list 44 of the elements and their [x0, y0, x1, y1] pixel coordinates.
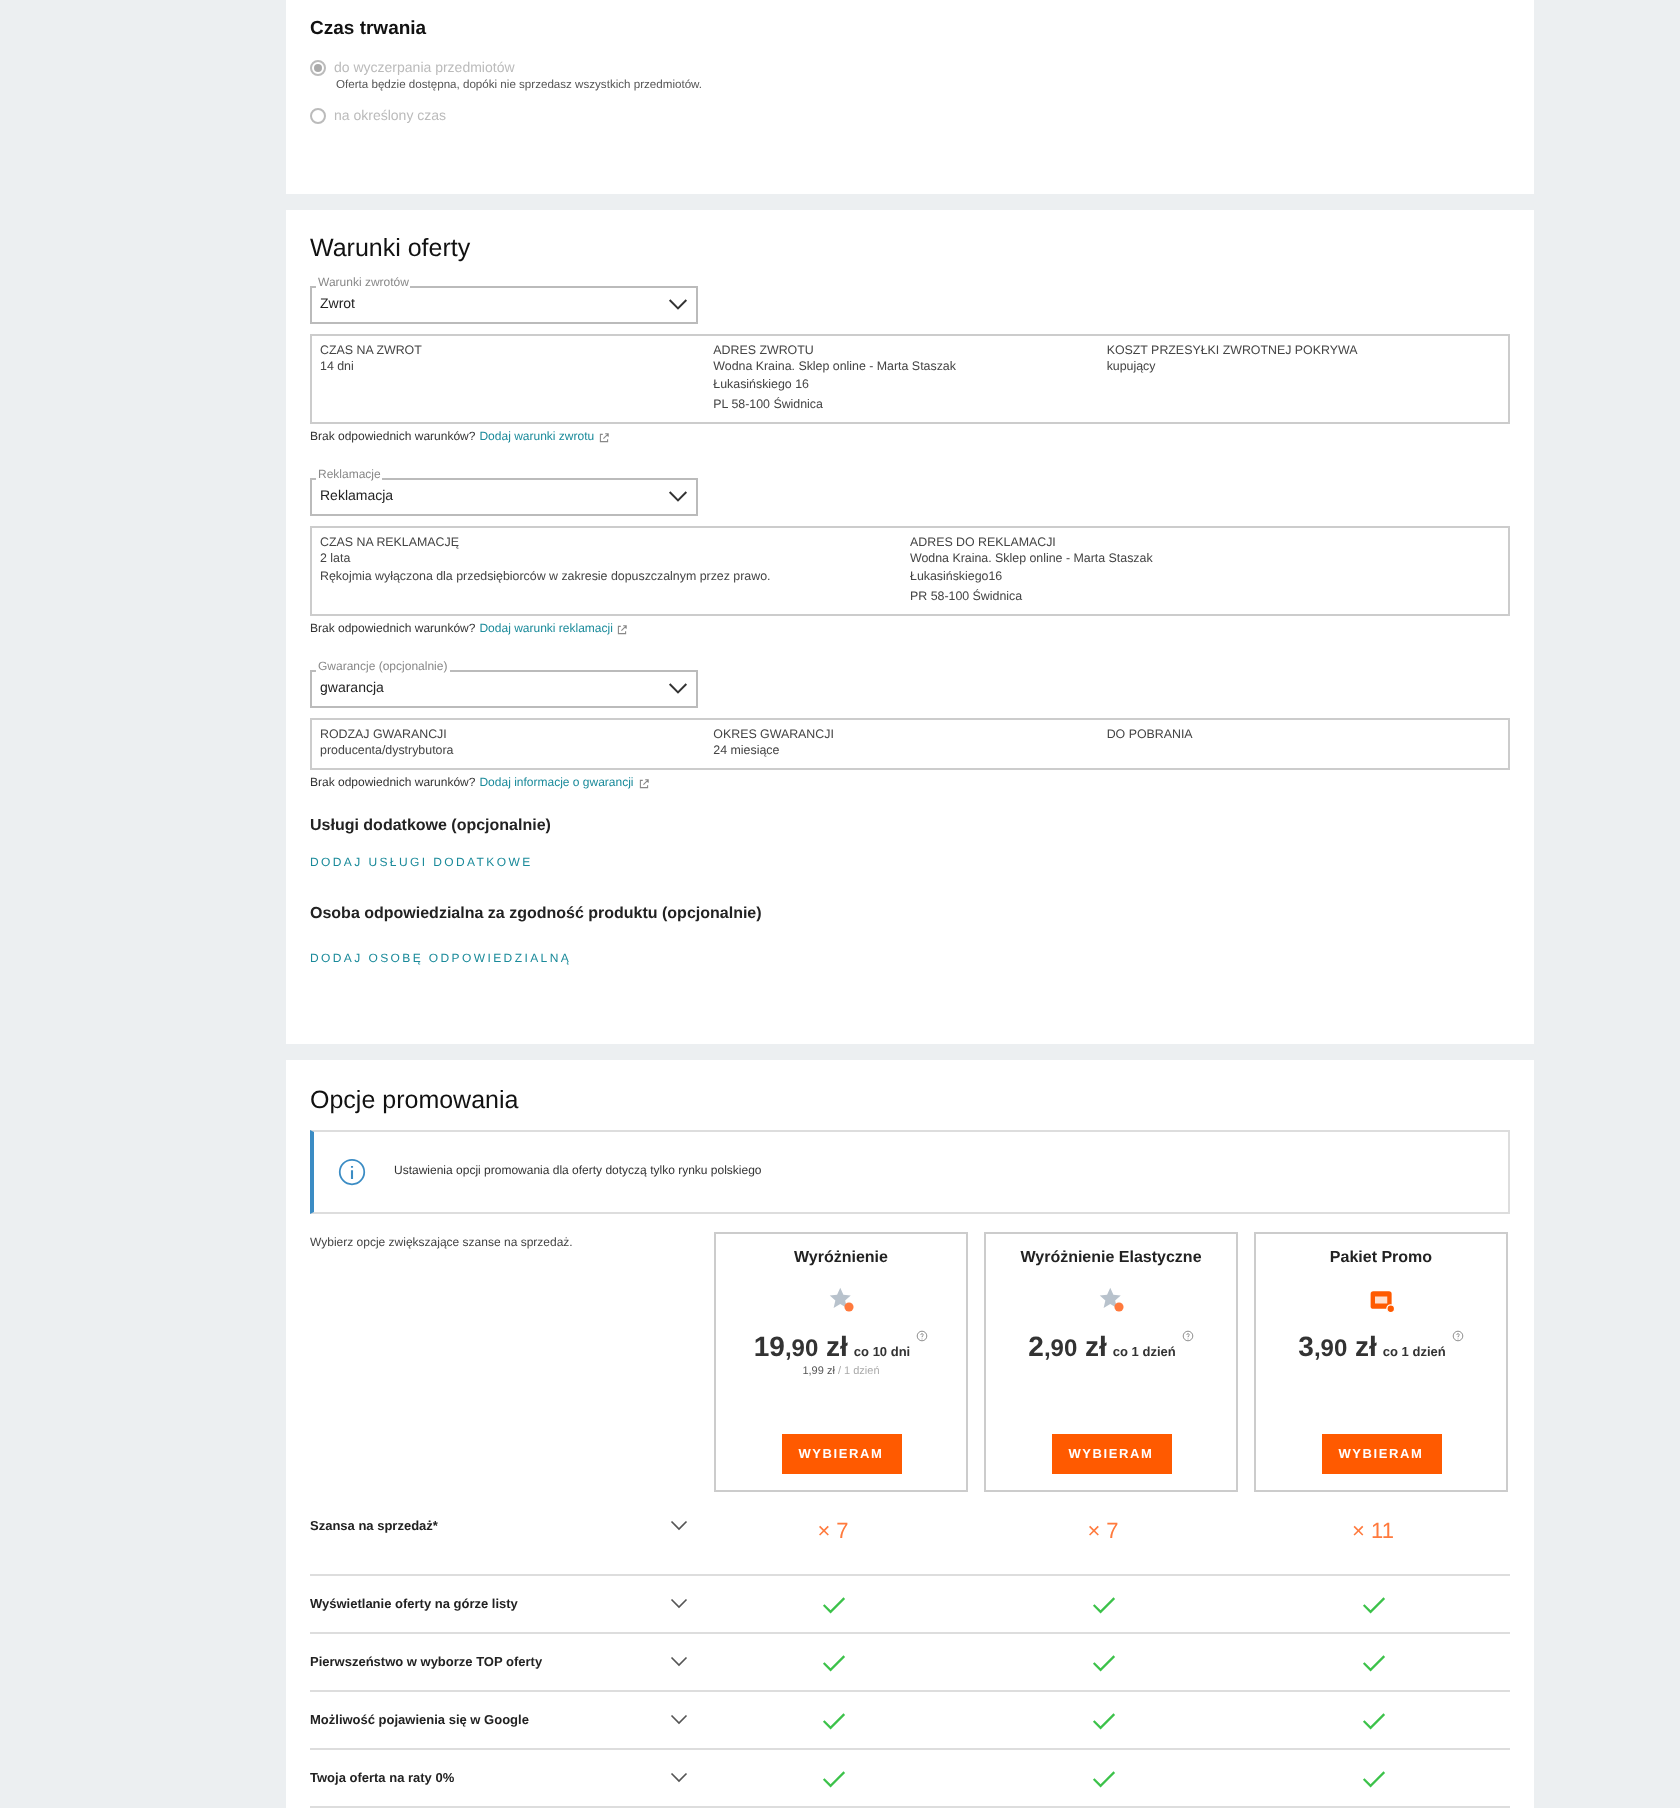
- chance-multiplier: × 7: [1087, 1520, 1119, 1544]
- price: 3,90 zł: [1298, 1330, 1377, 1362]
- package-name: Wyróżnienie Elastyczne: [1020, 1248, 1202, 1266]
- chevron-down-icon: [668, 682, 688, 696]
- package-icon: [1367, 1286, 1395, 1314]
- check-icon: [1091, 1769, 1115, 1787]
- external-link-icon: [637, 778, 650, 790]
- package-name: Wyróżnienie: [794, 1248, 888, 1266]
- chevron-down-icon[interactable]: [670, 1656, 688, 1668]
- check-icon: [1361, 1769, 1385, 1787]
- check-icon: [821, 1653, 845, 1671]
- help-icon: [1451, 1330, 1464, 1342]
- subsection-title: Usługi dodatkowe (opcjonalnie): [310, 816, 553, 834]
- chance-multiplier: × 11: [1352, 1520, 1394, 1544]
- chance-multiplier: × 7: [817, 1520, 849, 1544]
- check-icon: [821, 1769, 845, 1787]
- price: 19,90 zł: [753, 1330, 848, 1362]
- check-icon: [1361, 1595, 1385, 1613]
- check-icon: [1361, 1711, 1385, 1729]
- info-icon: [338, 1158, 366, 1186]
- package-name: Pakiet Promo: [1329, 1248, 1433, 1266]
- section-title: Opcje promowania: [310, 1086, 521, 1114]
- section-title: Warunki oferty: [310, 234, 473, 262]
- section-title: Czas trwania: [310, 18, 429, 40]
- subsection-title: Osoba odpowiedzialna za zgodność produktu (opcjonalnie): [310, 904, 764, 922]
- check-icon: [1091, 1653, 1115, 1671]
- chevron-down-icon: [668, 490, 688, 504]
- check-icon: [821, 1711, 845, 1729]
- external-link-icon: [598, 432, 611, 444]
- price: 2,90 zł: [1028, 1330, 1107, 1362]
- external-link-icon: [616, 624, 629, 636]
- star-icon: [827, 1286, 855, 1314]
- chevron-down-icon[interactable]: [670, 1598, 688, 1610]
- check-icon: [1091, 1595, 1115, 1613]
- chevron-down-icon: [668, 298, 688, 312]
- chevron-down-icon[interactable]: [670, 1772, 688, 1784]
- chevron-down-icon[interactable]: [670, 1520, 688, 1532]
- help-icon: [1181, 1330, 1194, 1342]
- check-icon: [821, 1595, 845, 1613]
- chevron-down-icon[interactable]: [670, 1714, 688, 1726]
- check-icon: [1361, 1653, 1385, 1671]
- help-icon: [916, 1330, 929, 1342]
- check-icon: [1091, 1711, 1115, 1729]
- star-icon: [1097, 1286, 1125, 1314]
